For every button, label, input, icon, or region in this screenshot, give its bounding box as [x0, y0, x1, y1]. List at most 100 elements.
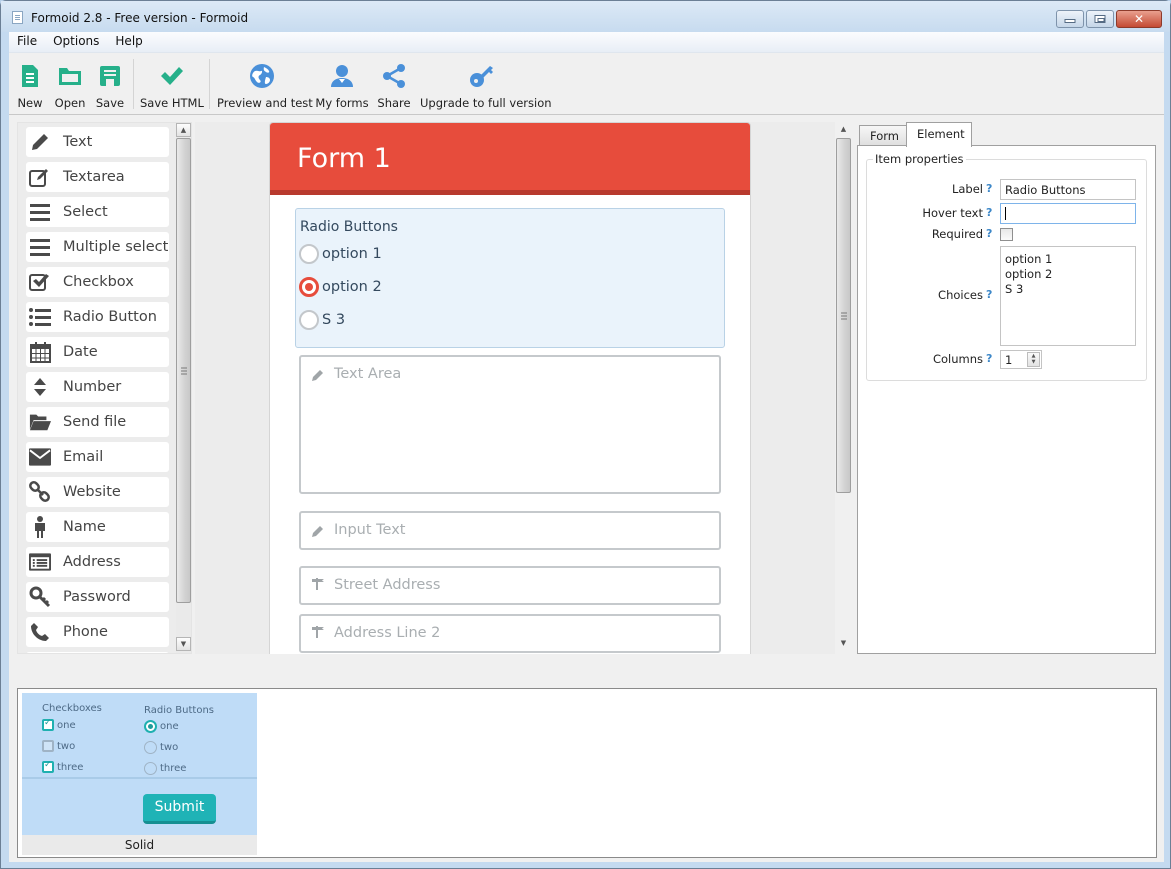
label-input[interactable]: Radio Buttons [1000, 179, 1136, 200]
title-bar[interactable]: Formoid 2.8 - Free version - Formoid ✕ [1, 1, 1170, 32]
menu-file[interactable]: File [9, 32, 44, 52]
radio-checked-icon [144, 720, 157, 733]
link-icon [29, 481, 51, 503]
palette-item-number[interactable]: Number [26, 372, 169, 402]
radio-option[interactable]: option 1 [299, 244, 382, 264]
palette-item-multiple-select[interactable]: Multiple select [26, 232, 169, 262]
item-properties-group: Item properties Label ? Radio Buttons Ho… [866, 152, 1147, 381]
share-button[interactable]: Share [375, 53, 413, 115]
street-address-field[interactable]: Street Address [299, 566, 721, 605]
scroll-up-arrow[interactable]: ▲ [836, 123, 851, 137]
palette-item-textarea[interactable]: Textarea [26, 162, 169, 192]
palette-item-label: Radio Button [63, 309, 157, 325]
palette-item-send-file[interactable]: Send file [26, 407, 169, 437]
tab-element[interactable]: Element [906, 122, 972, 147]
divider [22, 777, 257, 779]
palette-item-radio-button[interactable]: Radio Button [26, 302, 169, 332]
my-forms-label: My forms [315, 96, 369, 110]
form-canvas: Form 1 Radio Buttons option 1 option 2 S… [195, 122, 835, 654]
palette-item-phone[interactable]: Phone [26, 617, 169, 647]
canvas-scrollbar[interactable]: ▲ ▼ [836, 123, 851, 653]
required-checkbox[interactable] [1000, 228, 1013, 241]
palette-item-select[interactable]: Select [26, 197, 169, 227]
theme-card-solid[interactable]: Checkboxes one two three Radio Buttons o… [22, 693, 257, 855]
choices-textarea[interactable]: option 1 option 2 S 3 [1000, 246, 1136, 346]
element-palette: Text Textarea Select Multiple select Che… [17, 122, 192, 654]
palette-item-address[interactable]: Address [26, 547, 169, 577]
choice-line: option 1 [1005, 252, 1053, 266]
close-button[interactable]: ✕ [1116, 10, 1162, 28]
scroll-up-arrow[interactable]: ▲ [176, 123, 191, 137]
palette-item-label: Checkbox [63, 274, 134, 290]
radio-unchecked-icon[interactable] [299, 244, 319, 264]
palette-item-password[interactable]: Password [26, 582, 169, 612]
radio-checked-icon[interactable] [299, 277, 319, 297]
preview-and-test-button[interactable]: Preview and test [217, 53, 313, 115]
label-caption: Label [951, 182, 983, 196]
my-forms-button[interactable]: My forms [315, 53, 369, 115]
textarea-field[interactable]: Text Area [299, 355, 721, 494]
toolbar-separator [133, 59, 134, 109]
envelope-icon [29, 446, 51, 468]
menu-options[interactable]: Options [46, 32, 106, 52]
save-button[interactable]: Save [95, 53, 125, 115]
folder-icon [29, 411, 51, 433]
radio-buttons-element[interactable]: Radio Buttons option 1 option 2 S 3 [295, 208, 725, 348]
street-address-placeholder: Street Address [334, 577, 441, 593]
theme-radio-option: one [144, 720, 179, 733]
palette-item-website[interactable]: Website [26, 477, 169, 507]
sort-arrows-icon [29, 376, 51, 398]
scrollbar-thumb[interactable] [176, 138, 191, 603]
app-window: Formoid 2.8 - Free version - Formoid ✕ F… [0, 0, 1171, 869]
scrollbar-thumb[interactable] [836, 138, 851, 493]
help-icon[interactable]: ? [986, 227, 992, 240]
columns-spinbox[interactable]: 1 ▲ ▼ [1000, 350, 1042, 369]
help-icon[interactable]: ? [986, 182, 992, 195]
palette-item-label: Number [63, 379, 122, 395]
hover-text-input[interactable] [1000, 203, 1136, 224]
toolbar: New Open Save Save HTML Preview and test… [9, 53, 1164, 115]
list-bullets-icon [29, 306, 51, 328]
input-text-field[interactable]: Input Text [299, 511, 721, 550]
help-icon[interactable]: ? [986, 206, 992, 219]
help-icon[interactable]: ? [986, 288, 992, 301]
maximize-button[interactable] [1086, 10, 1114, 28]
scroll-down-arrow[interactable]: ▼ [836, 637, 851, 651]
help-icon[interactable]: ? [986, 352, 992, 365]
scroll-down-arrow[interactable]: ▼ [176, 637, 191, 651]
workspace: Text Textarea Select Multiple select Che… [9, 116, 1164, 686]
radio-option[interactable]: option 2 [299, 277, 382, 297]
close-icon: ✕ [1133, 12, 1145, 26]
form-title[interactable]: Form 1 [297, 143, 391, 174]
radio-option-label: S 3 [322, 312, 346, 328]
palette-item-date[interactable]: Date [26, 337, 169, 367]
restore-icon [1094, 15, 1106, 23]
group-title: Item properties [873, 152, 966, 166]
input-text-placeholder: Input Text [334, 522, 406, 538]
minimize-button[interactable] [1056, 10, 1084, 28]
theme-name: Solid [22, 835, 257, 855]
upgrade-button[interactable]: Upgrade to full version [420, 53, 552, 115]
tab-form[interactable]: Form [859, 125, 907, 146]
textarea-placeholder: Text Area [334, 366, 402, 382]
menu-help[interactable]: Help [108, 32, 149, 52]
spin-arrows-icon[interactable]: ▲ ▼ [1027, 352, 1040, 367]
option-label: three [160, 763, 187, 774]
save-html-button[interactable]: Save HTML [140, 53, 204, 115]
radio-option[interactable]: S 3 [299, 310, 345, 330]
palette-scrollbar[interactable]: ▲ ▼ [176, 123, 191, 653]
open-button[interactable]: Open [53, 53, 87, 115]
palette-item-label: Date [63, 344, 98, 360]
palette-item-email[interactable]: Email [26, 442, 169, 472]
radio-unchecked-icon[interactable] [299, 310, 319, 330]
address-line-2-field[interactable]: Address Line 2 [299, 614, 721, 653]
choice-line: option 2 [1005, 267, 1053, 281]
new-button[interactable]: New [15, 53, 45, 115]
properties-panel: Form Element Item properties Label ? Rad… [857, 122, 1156, 654]
hover-text-caption: Hover text [922, 206, 983, 220]
palette-item-text[interactable]: Text [26, 127, 169, 157]
palette-item-more[interactable] [26, 652, 169, 653]
palette-item-name[interactable]: Name [26, 512, 169, 542]
option-label: three [57, 761, 84, 773]
palette-item-checkbox[interactable]: Checkbox [26, 267, 169, 297]
